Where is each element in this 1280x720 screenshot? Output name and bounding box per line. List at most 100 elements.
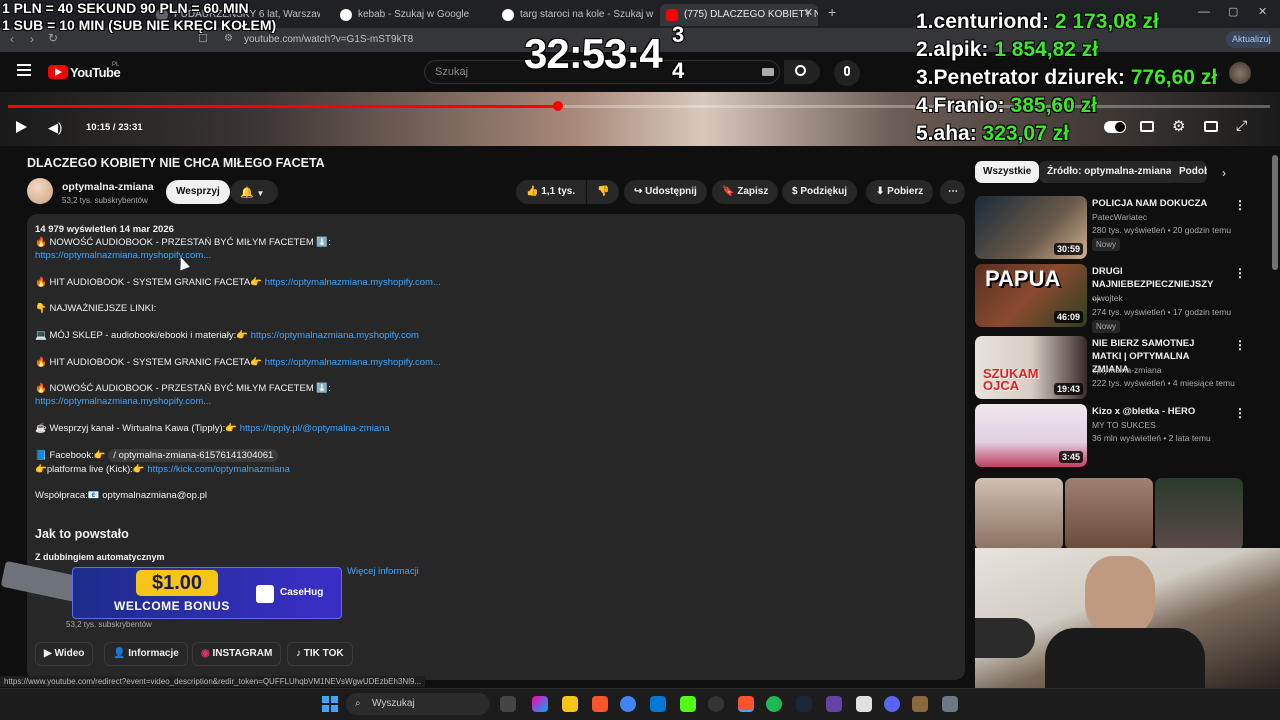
browser-tab[interactable]: kebab - Szukaj w Google [334, 4, 494, 26]
description-link[interactable]: https://kick.com/optymalnazmiana [147, 464, 290, 475]
steam-icon[interactable] [796, 696, 812, 712]
channel-info-button[interactable]: 👤 Informacje [104, 642, 188, 666]
channel-videos-button[interactable]: ▶ Wideo [35, 642, 94, 666]
minimize-icon[interactable]: — [1198, 4, 1210, 18]
chrome-icon[interactable] [620, 696, 636, 712]
app-icon[interactable] [650, 696, 666, 712]
more-info-link[interactable]: Więcej informacji [347, 566, 419, 577]
voice-search-button[interactable] [834, 60, 860, 86]
google-icon [340, 9, 352, 21]
description-link[interactable]: https://optymalnazmiana.myshopify.com... [265, 357, 441, 368]
kick-icon[interactable] [680, 696, 696, 712]
channel-subs: 53,2 tys. subskrybentów [62, 196, 148, 205]
instagram-button[interactable]: ◉ INSTAGRAM [192, 642, 282, 666]
spotify-icon[interactable] [766, 696, 782, 712]
download-button[interactable]: ⬇ Pobierz [866, 180, 934, 204]
subtitles-icon[interactable] [1140, 121, 1154, 132]
kebab-menu-icon[interactable]: ⋮ [1234, 338, 1246, 352]
related-meta: 280 tys. wyświetleń • 20 godzin temu [1092, 225, 1232, 235]
description-link[interactable]: https://optymalnazmiana.myshopify.com... [265, 277, 441, 288]
short-thumbnail[interactable] [1155, 478, 1243, 550]
kebab-menu-icon[interactable]: ⋮ [1234, 198, 1246, 212]
thumbnail-text: SZUKAM OJCA [983, 366, 1039, 393]
kebab-menu-icon[interactable]: ⋮ [1234, 406, 1246, 420]
related-channel[interactable]: MY TO SUKCES [1092, 420, 1156, 430]
support-button[interactable]: Wesprzyj [166, 180, 230, 204]
brave-active-icon[interactable] [738, 696, 754, 712]
more-actions-button[interactable]: ⋯ [940, 180, 965, 204]
discord-icon[interactable] [884, 696, 900, 712]
description-line: Współpraca:📧 optymalnazmiana@op.pl [35, 490, 207, 501]
related-channel[interactable]: ojwojtek [1092, 293, 1123, 303]
close-tab-icon[interactable]: ✕ [804, 6, 813, 19]
site-info-icon[interactable]: ⚙ [224, 33, 233, 44]
short-thumbnail[interactable] [975, 478, 1063, 550]
save-button[interactable]: 🔖 Zapisz [712, 180, 779, 204]
short-thumbnail[interactable] [1065, 478, 1153, 550]
search-button[interactable] [784, 60, 820, 84]
copilot-icon[interactable] [532, 696, 548, 712]
brave-icon[interactable] [592, 696, 608, 712]
share-icon: ↪ [634, 186, 643, 197]
volume-icon[interactable]: ◀) [48, 120, 62, 136]
url-field[interactable]: youtube.com/watch?v=G1S-mST9kT8 [244, 34, 413, 45]
keyboard-icon[interactable] [762, 68, 774, 76]
forward-icon[interactable]: › [30, 32, 34, 46]
video-thumbnail[interactable]: SZUKAM OJCA 19:43 [975, 336, 1087, 399]
share-button[interactable]: ↪ Udostępnij [624, 180, 707, 204]
menu-icon[interactable] [17, 64, 31, 76]
description-stats: 14 979 wyświetleń 14 mar 2026 [35, 224, 174, 235]
fullscreen-icon[interactable]: ⤢ [1236, 117, 1247, 134]
chip-source[interactable]: Źródło: optymalna-zmiana [1039, 161, 1180, 183]
dislike-button[interactable]: 👎 [587, 180, 619, 204]
app-icon[interactable] [708, 696, 724, 712]
back-icon[interactable]: ‹ [10, 32, 14, 46]
app-icon[interactable] [912, 696, 928, 712]
notifications-button[interactable]: 🔔 ▼ [230, 180, 278, 204]
video-thumbnail[interactable]: PAPUA 46:09 [975, 264, 1087, 327]
task-view-icon[interactable] [500, 696, 516, 712]
description-link[interactable]: https://tipply.pl/@optymalna-zmiana [240, 423, 390, 434]
chevron-right-icon[interactable]: › [1222, 166, 1226, 180]
app-icon[interactable] [856, 696, 872, 712]
thanks-button[interactable]: $ Podziękuj [782, 180, 858, 204]
autoplay-toggle[interactable] [1104, 121, 1126, 133]
close-window-icon[interactable]: ✕ [1258, 5, 1267, 18]
description-link[interactable]: https://optymalnazmiana.myshopify.com [251, 330, 419, 341]
kebab-menu-icon[interactable]: ⋮ [1234, 266, 1246, 280]
reload-icon[interactable]: ↻ [48, 31, 58, 45]
related-title[interactable]: Kizo x @bletka - HERO [1092, 405, 1220, 418]
related-title[interactable]: POLICJA NAM DOKUCZA [1092, 197, 1220, 210]
theater-mode-icon[interactable] [1204, 121, 1218, 132]
channel-name[interactable]: optymalna-zmiana [62, 181, 154, 193]
new-tab-icon[interactable]: + [828, 4, 836, 20]
settings-app-icon[interactable] [942, 696, 958, 712]
settings-icon[interactable]: ⚙ [1172, 117, 1185, 135]
app-icon[interactable] [826, 696, 842, 712]
chip-all[interactable]: Wszystkie [975, 161, 1040, 183]
related-channel[interactable]: PatecWariatec [1092, 212, 1147, 222]
file-explorer-icon[interactable] [562, 696, 578, 712]
chip-similar[interactable]: Podobne [1171, 161, 1207, 183]
progress-scrubber[interactable] [553, 101, 563, 111]
browser-tab[interactable]: targ staroci na kole - Szukaj w Googl [496, 4, 654, 26]
streamer-webcam [975, 548, 1280, 688]
channel-avatar[interactable] [27, 178, 53, 204]
tiktok-button[interactable]: ♪ TIK TOK [287, 642, 353, 666]
bookmark-icon[interactable]: ☐ [198, 32, 208, 45]
windows-start-icon[interactable] [322, 696, 338, 712]
youtube-logo-icon[interactable] [48, 65, 68, 79]
maximize-icon[interactable]: ▢ [1228, 5, 1238, 18]
account-avatar[interactable] [1229, 62, 1251, 84]
overlay-rate-line-2: 1 SUB = 10 MIN (SUB NIE KRĘCI KOŁEM) [2, 17, 277, 33]
scrollbar-thumb[interactable] [1272, 155, 1278, 270]
facebook-chip[interactable]: / optymalna-zmiana-61576141304061 [108, 449, 279, 462]
update-button[interactable]: Aktualizuj [1226, 31, 1272, 48]
description-link[interactable]: https://optymalnazmiana.myshopify.com... [35, 396, 211, 407]
video-thumbnail[interactable]: 30:59 [975, 196, 1087, 259]
play-icon[interactable] [16, 121, 27, 133]
related-channel[interactable]: optymalna-zmiana [1092, 365, 1161, 375]
like-button[interactable]: 👍 1,1 tys. [516, 180, 586, 204]
taskbar-search[interactable]: ⌕ Wyszukaj [346, 693, 490, 715]
video-thumbnail[interactable]: 3:45 [975, 404, 1087, 467]
